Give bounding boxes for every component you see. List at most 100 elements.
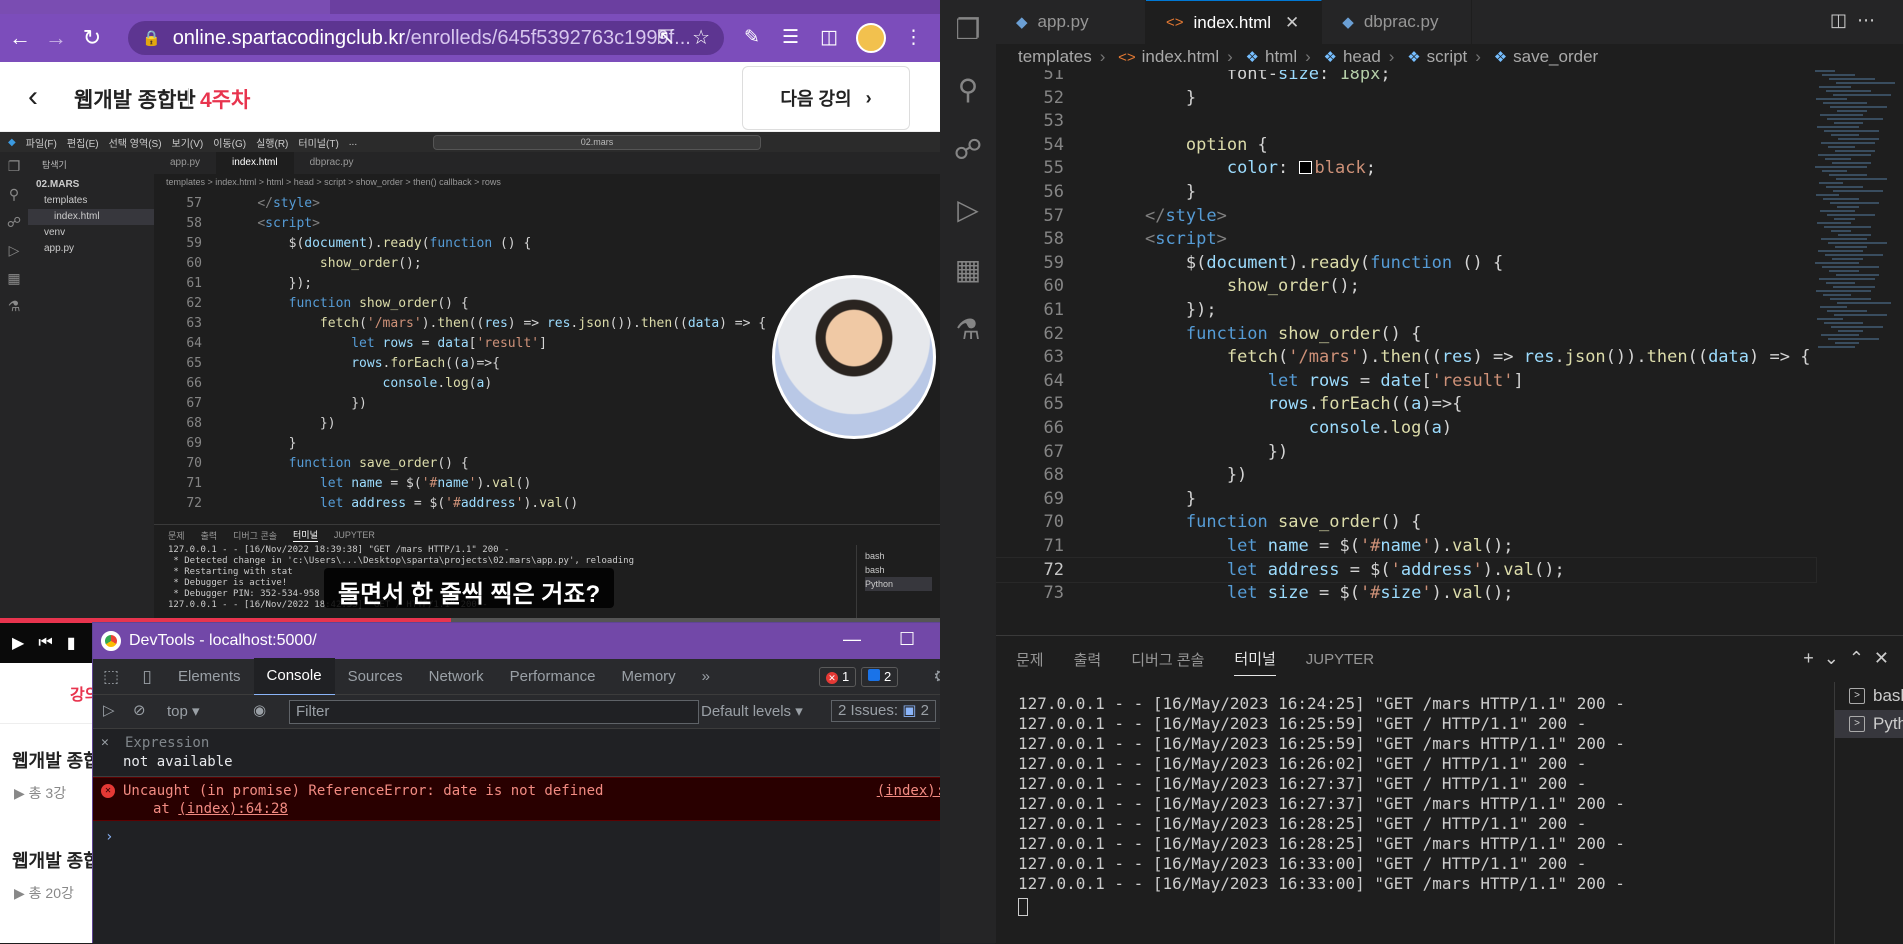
media-queue-icon[interactable]: ☰ bbox=[782, 26, 799, 49]
minimap[interactable] bbox=[1807, 70, 1903, 370]
browser-tab[interactable] bbox=[0, 0, 330, 14]
code-line[interactable]: 58 <script> bbox=[996, 227, 1816, 251]
tab-memory[interactable]: Memory bbox=[609, 659, 689, 695]
code-line[interactable]: 68 }) bbox=[996, 463, 1816, 487]
split-editor-icon[interactable]: ◫⋯ bbox=[1830, 10, 1885, 31]
share-icon[interactable]: ⇱ bbox=[657, 25, 674, 50]
code-line[interactable]: 62 function show_order() { bbox=[996, 322, 1816, 346]
bookmark-star-icon[interactable]: ☆ bbox=[692, 25, 710, 50]
forward-arrow-icon[interactable]: → bbox=[38, 20, 74, 56]
maximize-panel-icon[interactable]: ⌃ bbox=[1849, 648, 1874, 668]
color-swatch-icon[interactable] bbox=[1298, 161, 1312, 175]
new-terminal-icon[interactable]: + bbox=[1803, 648, 1824, 668]
tab-network[interactable]: Network bbox=[416, 659, 497, 695]
breadcrumb-item[interactable]: index.html bbox=[1142, 47, 1219, 66]
close-tab-icon[interactable]: ✕ bbox=[1285, 13, 1299, 33]
sidebar-toggle-icon[interactable]: ▷ bbox=[103, 701, 115, 719]
tab-dbprac-py[interactable]: ◆ dbprac.py bbox=[1322, 0, 1473, 44]
run-debug-icon[interactable]: ▷ bbox=[940, 180, 996, 240]
reload-icon[interactable]: ↻ bbox=[74, 20, 110, 56]
code-line[interactable]: 64 let rows = date['result'] bbox=[996, 369, 1816, 393]
device-toolbar-icon[interactable]: ▯ bbox=[129, 667, 165, 687]
tab-sources[interactable]: Sources bbox=[335, 659, 416, 695]
tab-console[interactable]: Console bbox=[253, 657, 335, 696]
expression-label[interactable]: Expression bbox=[125, 735, 209, 751]
code-line[interactable]: 54 option { bbox=[996, 133, 1816, 157]
terminal-output[interactable]: 127.0.0.1 - - [16/May/2023 16:24:25] "GE… bbox=[996, 682, 1625, 944]
tab-jupyter[interactable]: JUPYTER bbox=[1306, 651, 1374, 668]
volume-icon[interactable]: ▮ bbox=[67, 633, 76, 653]
bottom-panel: 문제 출력 디버그 콘솔 터미널 JUPYTER +⌄⌃✕ 127.0.0.1 … bbox=[996, 635, 1903, 944]
search-icon[interactable]: ⚲ bbox=[940, 60, 996, 120]
breadcrumb-item[interactable]: head bbox=[1343, 47, 1381, 66]
close-panel-icon[interactable]: ✕ bbox=[1874, 648, 1899, 668]
code-line[interactable]: 53 bbox=[996, 109, 1816, 133]
explorer-files-icon[interactable]: ❐ bbox=[940, 0, 996, 60]
tab-index-html[interactable]: <> index.html ✕ bbox=[1146, 0, 1323, 44]
code-line[interactable]: 70 function save_order() { bbox=[996, 510, 1816, 534]
skip-back-icon[interactable]: ⏮ bbox=[38, 634, 52, 652]
address-bar[interactable]: 🔒 online.spartacodingclub.kr/enrolleds/6… bbox=[128, 21, 724, 55]
breadcrumb-item[interactable]: save_order bbox=[1513, 47, 1598, 66]
course-item-title[interactable]: 웹개발 종합 bbox=[12, 747, 100, 773]
breadcrumb-item[interactable]: templates bbox=[1018, 47, 1092, 66]
tab-terminal[interactable]: 터미널 bbox=[1234, 648, 1276, 676]
code-line[interactable]: 63 fetch('/mars').then((res) => res.json… bbox=[996, 345, 1816, 369]
tab-output[interactable]: 출력 bbox=[1074, 649, 1102, 670]
code-editor[interactable]: 51 font-size: 18px; 52 } 53 54 option {55 c… bbox=[996, 70, 1903, 635]
extensions-puzzle-icon[interactable]: ✎ bbox=[744, 26, 760, 49]
tab-problems[interactable]: 문제 bbox=[1016, 649, 1044, 670]
code-line[interactable]: 51 font-size: 18px; bbox=[996, 70, 1816, 86]
back-arrow-icon[interactable]: ← bbox=[2, 20, 38, 56]
tab-debug-console[interactable]: 디버그 콘솔 bbox=[1131, 649, 1204, 670]
inspect-element-icon[interactable]: ⬚ bbox=[93, 667, 129, 687]
next-lecture-button[interactable]: 다음 강의 › bbox=[742, 66, 910, 130]
code-line[interactable]: 73 let size = $('#size').val(); bbox=[996, 581, 1816, 605]
code-line[interactable]: 66 console.log(a) bbox=[996, 416, 1816, 440]
log-levels-dropdown[interactable]: Default levels ▾ bbox=[701, 702, 803, 720]
more-tabs-icon[interactable]: » bbox=[689, 659, 723, 695]
code-line[interactable]: 72 let address = $('address').val(); bbox=[996, 556, 1817, 583]
back-chevron-icon[interactable]: ‹ bbox=[28, 80, 38, 114]
course-item-title[interactable]: 웹개발 종합 bbox=[12, 847, 100, 873]
clear-console-icon[interactable]: ⊘ bbox=[133, 701, 146, 719]
side-panel-icon[interactable]: ◫ bbox=[820, 26, 838, 49]
console-filter-input[interactable]: Filter bbox=[289, 700, 699, 724]
maximize-icon[interactable]: ☐ bbox=[899, 629, 915, 650]
tab-app-py[interactable]: ◆ app.py bbox=[996, 0, 1146, 44]
code-line[interactable]: 56 } bbox=[996, 180, 1816, 204]
console-prompt-icon[interactable]: › bbox=[105, 829, 113, 845]
lecture-video[interactable]: ◆ 파일(F) 편집(E) 선택 영역(S) 보기(V) 이동(G) 실행(R)… bbox=[0, 132, 940, 622]
code-line[interactable]: 67 }) bbox=[996, 440, 1816, 464]
breadcrumb-item[interactable]: html bbox=[1265, 47, 1297, 66]
code-line[interactable]: 59 $(document).ready(function () { bbox=[996, 251, 1816, 275]
chevron-down-icon[interactable]: ⌄ bbox=[1824, 648, 1849, 668]
terminal-item-python[interactable]: > Python bbox=[1835, 710, 1903, 738]
minimize-icon[interactable]: — bbox=[843, 629, 861, 650]
play-icon[interactable]: ▶ bbox=[12, 633, 24, 653]
code-line[interactable]: 52 } bbox=[996, 86, 1816, 110]
message-count-badge[interactable]: 2 bbox=[861, 667, 899, 687]
error-count-badge[interactable]: ✕ 1 bbox=[819, 667, 857, 687]
source-control-icon[interactable]: ☍ bbox=[940, 120, 996, 180]
code-line[interactable]: 55 color: black; bbox=[996, 156, 1816, 180]
code-line[interactable]: 60 show_order(); bbox=[996, 274, 1816, 298]
extensions-icon[interactable]: ▦ bbox=[940, 240, 996, 300]
code-line[interactable]: 65 rows.forEach((a)=>{ bbox=[996, 392, 1816, 416]
more-menu-icon[interactable]: ⋮ bbox=[904, 26, 923, 49]
tab-elements[interactable]: Elements bbox=[165, 659, 254, 695]
remove-expression-icon[interactable]: ✕ bbox=[101, 735, 109, 750]
testing-flask-icon[interactable]: ⚗ bbox=[940, 300, 996, 360]
code-line[interactable]: 61 }); bbox=[996, 298, 1816, 322]
context-selector[interactable]: top ▾ bbox=[167, 702, 200, 720]
code-line[interactable]: 69 } bbox=[996, 487, 1816, 511]
code-line[interactable]: 71 let name = $('#name').val(); bbox=[996, 534, 1816, 558]
breadcrumb-item[interactable]: script bbox=[1427, 47, 1468, 66]
profile-avatar[interactable] bbox=[856, 23, 886, 53]
terminal-item-bash[interactable]: > bash bbox=[1835, 682, 1903, 710]
tab-performance[interactable]: Performance bbox=[497, 659, 609, 695]
live-expression-eye-icon[interactable]: ◉ bbox=[253, 701, 266, 719]
error-stack-link[interactable]: (index):64:28 bbox=[178, 801, 288, 817]
code-line[interactable]: 57 </style> bbox=[996, 204, 1816, 228]
issues-button[interactable]: 2 Issues: ▣ 2 bbox=[831, 700, 936, 722]
